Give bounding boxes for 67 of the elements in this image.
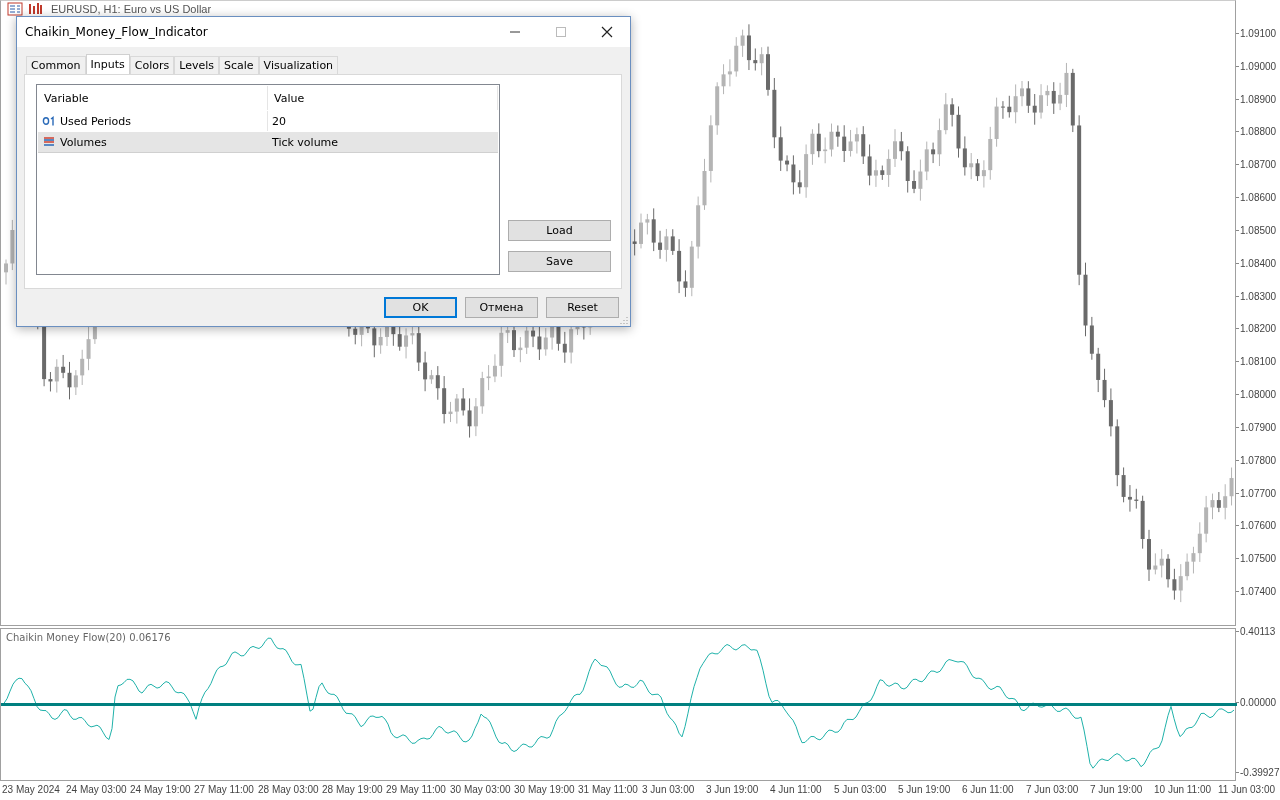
price-label: 1.07900 bbox=[1236, 421, 1277, 433]
number-icon bbox=[42, 116, 56, 126]
time-label: 6 Jun 11:00 bbox=[962, 784, 1014, 795]
dialog-button[interactable]: Reset bbox=[546, 297, 619, 318]
time-label: 27 May 11:00 bbox=[194, 784, 254, 795]
side-button[interactable]: Load bbox=[508, 220, 611, 241]
time-label: 24 May 03:00 bbox=[66, 784, 127, 795]
price-label: 1.07600 bbox=[1236, 520, 1277, 532]
time-label: 7 Jun 19:00 bbox=[1090, 784, 1143, 795]
column-header[interactable]: Variable bbox=[38, 86, 268, 110]
time-label: 3 Jun 03:00 bbox=[642, 784, 695, 795]
indicator-scale-label: 0.00000 bbox=[1236, 697, 1277, 708]
time-label: 23 May 2024 bbox=[2, 784, 60, 795]
price-label: 1.08700 bbox=[1236, 159, 1277, 171]
tab[interactable]: Inputs bbox=[85, 54, 130, 74]
price-label: 1.07400 bbox=[1236, 586, 1277, 598]
price-label: 1.08300 bbox=[1236, 290, 1277, 302]
time-label: 3 Jun 19:00 bbox=[706, 784, 759, 795]
variable-value: 20 bbox=[271, 114, 287, 128]
tab[interactable]: Visualization bbox=[258, 56, 339, 74]
dialog-title: Chaikin_Money_Flow_Indicator bbox=[25, 25, 208, 39]
time-label: 7 Jun 03:00 bbox=[1026, 784, 1079, 795]
variable-value: Tick volume bbox=[271, 135, 340, 149]
time-label: 31 May 11:00 bbox=[578, 784, 638, 795]
time-label: 30 May 19:00 bbox=[514, 784, 575, 795]
price-label: 1.09000 bbox=[1236, 60, 1277, 72]
price-label: 1.08000 bbox=[1236, 389, 1277, 401]
table-row[interactable]: Volumes Tick volume bbox=[38, 132, 498, 153]
time-label: 28 May 19:00 bbox=[322, 784, 383, 795]
variable-name: Volumes bbox=[60, 135, 107, 149]
price-label: 1.08400 bbox=[1236, 257, 1277, 269]
price-label: 1.09100 bbox=[1236, 28, 1277, 39]
price-label: 1.07500 bbox=[1236, 553, 1277, 565]
time-label: 5 Jun 19:00 bbox=[898, 784, 951, 795]
indicator-scale-label: 0.40113 bbox=[1236, 626, 1276, 637]
time-label: 10 Jun 11:00 bbox=[1154, 784, 1212, 795]
tab[interactable]: Common bbox=[26, 56, 86, 74]
time-label: 30 May 03:00 bbox=[450, 784, 511, 795]
time-label: 28 May 03:00 bbox=[258, 784, 319, 795]
variable-name: Used Periods bbox=[60, 114, 132, 128]
price-label: 1.08800 bbox=[1236, 126, 1277, 138]
price-label: 1.07700 bbox=[1236, 487, 1277, 499]
tab[interactable]: Levels bbox=[174, 56, 219, 74]
side-button[interactable]: Save bbox=[508, 251, 611, 272]
time-label: 29 May 11:00 bbox=[386, 784, 446, 795]
price-label: 1.07800 bbox=[1236, 454, 1277, 466]
time-label: 4 Jun 11:00 bbox=[770, 784, 822, 795]
resize-grip-icon[interactable] bbox=[620, 316, 628, 324]
price-label: 1.08500 bbox=[1236, 224, 1277, 236]
chart-icon bbox=[27, 2, 43, 16]
indicator-scale-label: -0.39927 bbox=[1236, 767, 1280, 778]
price-label: 1.08100 bbox=[1236, 356, 1277, 368]
chart-window-title: EURUSD, H1: Euro vs US Dollar bbox=[51, 2, 212, 16]
price-label: 1.08600 bbox=[1236, 192, 1277, 204]
dialog-button[interactable]: Отмена bbox=[465, 297, 538, 318]
time-label: 11 Jun 03:00 bbox=[1218, 784, 1276, 795]
time-label: 24 May 19:00 bbox=[130, 784, 191, 795]
indicator-label: Chaikin Money Flow(20) 0.06176 bbox=[6, 632, 171, 643]
dialog-button[interactable]: OK bbox=[384, 297, 457, 318]
time-label: 5 Jun 03:00 bbox=[834, 784, 887, 795]
price-label: 1.08200 bbox=[1236, 323, 1277, 335]
column-header[interactable]: Value bbox=[268, 86, 498, 110]
menu-icon[interactable] bbox=[7, 2, 23, 16]
tab[interactable]: Scale bbox=[219, 56, 259, 74]
tab[interactable]: Colors bbox=[129, 56, 175, 74]
list-icon bbox=[42, 136, 56, 148]
price-label: 1.08900 bbox=[1236, 93, 1277, 105]
